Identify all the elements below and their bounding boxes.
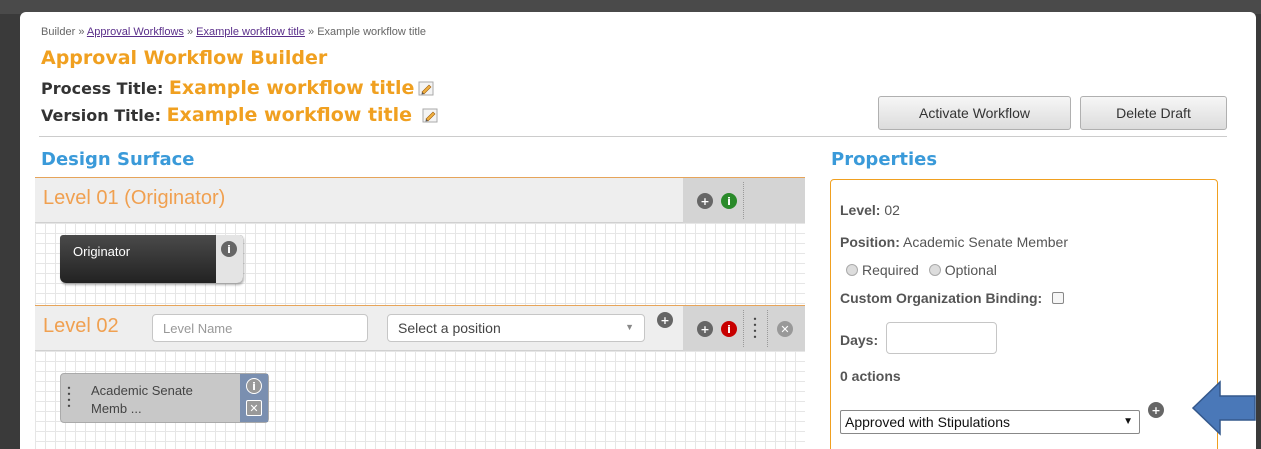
level-01-name: Level 01 (Originator) (43, 187, 226, 209)
card-label-line2: Memb ... (91, 401, 142, 416)
days-label: Days: (840, 332, 879, 348)
days-row: Days: (840, 332, 878, 348)
level-02-toolbar: + i • • • • ✕ (683, 306, 805, 351)
workflow-builder-panel: Builder » Approval Workflows » Example w… (20, 12, 1256, 449)
level-property: Level: 02 (840, 202, 900, 218)
breadcrumb-separator: » (78, 26, 85, 38)
level-01-grid: Originator i (35, 223, 805, 305)
add-icon[interactable]: + (697, 193, 713, 209)
delete-draft-button[interactable]: Delete Draft (1080, 96, 1227, 130)
optional-label: Optional (944, 262, 997, 278)
process-title-label: Process Title: (41, 79, 164, 98)
add-icon[interactable]: + (697, 321, 713, 337)
version-title-value: Example workflow title (166, 104, 413, 126)
breadcrumb-link-approval-workflows[interactable]: Approval Workflows (87, 26, 184, 38)
card-side: i ✕ (240, 374, 268, 422)
properties-panel: Level: 02 Position: Academic Senate Memb… (830, 179, 1218, 449)
position-label: Position: (840, 234, 900, 250)
action-select-value: Approved with Stipulations (845, 414, 1010, 430)
chevron-down-icon: ▼ (625, 322, 634, 332)
add-position-icon[interactable]: + (657, 312, 673, 328)
breadcrumb-separator: » (186, 26, 194, 38)
requirement-radios: Required Optional (840, 262, 997, 278)
process-title-value: Example workflow title (168, 77, 415, 99)
originator-card-label: Originator (73, 244, 131, 259)
level-value: 02 (884, 202, 900, 218)
close-icon[interactable]: ✕ (246, 400, 262, 416)
level-02-header: Level 02 Level Name Select a position ▼ … (35, 306, 805, 351)
actions-count: 0 actions (840, 368, 901, 384)
drag-handle-icon[interactable]: • • • • (752, 316, 758, 342)
action-select[interactable]: Approved with Stipulations ▼ (840, 410, 1140, 434)
level-01-toolbar: + i (683, 178, 805, 223)
add-action-icon[interactable]: + (1148, 402, 1164, 418)
level-01-header: Level 01 (Originator) + i (35, 178, 805, 223)
breadcrumb: Builder » Approval Workflows » Example w… (41, 26, 426, 38)
info-icon[interactable]: i (246, 378, 262, 394)
breadcrumb-separator: » (308, 26, 315, 38)
drag-handle-icon[interactable]: • • • • (66, 385, 72, 411)
breadcrumb-root: Builder (41, 26, 76, 38)
custom-binding-label: Custom Organization Binding: (840, 290, 1043, 306)
originator-card[interactable]: Originator i (60, 235, 243, 283)
pencil-icon[interactable] (422, 108, 438, 123)
design-surface: Level 01 (Originator) + i Originator i L… (35, 177, 805, 449)
info-icon[interactable]: i (221, 241, 237, 257)
version-title-row: Version Title: Example workflow title (41, 104, 438, 126)
card-label-line1: Academic Senate (91, 383, 193, 398)
breadcrumb-current: Example workflow title (317, 26, 427, 38)
position-select-value: Select a position (398, 320, 501, 336)
custom-binding-checkbox[interactable] (1052, 292, 1065, 304)
pencil-icon[interactable] (418, 81, 434, 96)
card-side: i (216, 235, 243, 283)
level-name-input[interactable]: Level Name (152, 314, 368, 342)
toolbar-separator (767, 310, 768, 347)
position-value: Academic Senate Member (903, 234, 1068, 250)
version-title-label: Version Title: (41, 106, 161, 125)
design-surface-title: Design Surface (41, 149, 195, 170)
breadcrumb-link-workflow[interactable]: Example workflow title (196, 26, 305, 38)
card-label: Academic Senate Memb ... (91, 382, 193, 418)
level-02-grid: • • • • Academic Senate Memb ... i ✕ (35, 351, 805, 449)
days-input[interactable] (886, 322, 997, 354)
academic-senate-card[interactable]: • • • • Academic Senate Memb ... i ✕ (60, 373, 269, 423)
optional-radio[interactable] (928, 264, 941, 276)
required-label: Required (862, 262, 919, 278)
properties-title: Properties (831, 149, 938, 170)
level-label: Level: (840, 202, 881, 218)
info-icon[interactable]: i (721, 321, 737, 337)
divider (39, 136, 1227, 137)
level-02-name: Level 02 (43, 315, 119, 337)
info-icon[interactable]: i (721, 193, 737, 209)
close-icon[interactable]: ✕ (777, 321, 793, 337)
required-radio[interactable] (846, 264, 858, 276)
custom-binding-row: Custom Organization Binding: (840, 290, 1065, 306)
toolbar-separator (743, 310, 744, 347)
actions-label: 0 actions (840, 368, 901, 384)
activate-workflow-button[interactable]: Activate Workflow (878, 96, 1071, 130)
process-title-row: Process Title: Example workflow title (41, 77, 434, 99)
position-select[interactable]: Select a position ▼ (387, 314, 645, 342)
toolbar-separator (743, 182, 744, 219)
page-title: Approval Workflow Builder (41, 47, 328, 69)
blue-arrow-icon (1192, 380, 1256, 436)
chevron-down-icon: ▼ (1123, 416, 1133, 427)
position-property: Position: Academic Senate Member (840, 234, 1068, 250)
